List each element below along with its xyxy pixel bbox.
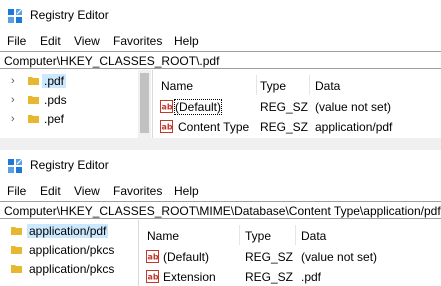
registry-editor-icon	[8, 158, 23, 173]
column-header-name[interactable]: Name	[147, 229, 179, 243]
registry-editor-window-2: Registry Editor File Edit View Favorites…	[0, 150, 441, 286]
values-list: Name Type Data ab (Default) REG_SZ (valu…	[138, 220, 441, 286]
string-value-icon: ab	[160, 100, 173, 113]
address-bar[interactable]: Computer\HKEY_CLASSES_ROOT\MIME\Database…	[0, 201, 441, 219]
svg-text:ab: ab	[148, 253, 159, 262]
table-row[interactable]: ab Content Type REG_SZ application/pdf	[153, 118, 441, 136]
folder-icon	[11, 246, 22, 254]
value-name: Content Type	[178, 120, 250, 134]
menu-help[interactable]: Help	[174, 184, 199, 198]
tree-item[interactable]: › .pef	[0, 110, 138, 128]
registry-editor-window-1: Registry Editor File Edit View Favorites…	[0, 0, 441, 138]
value-type: REG_SZ	[260, 120, 309, 134]
tree-item-label: .pef	[44, 112, 65, 126]
address-path[interactable]: Computer\HKEY_CLASSES_ROOT\MIME\Database…	[4, 204, 441, 218]
svg-text:ab: ab	[148, 273, 159, 282]
folder-icon	[11, 227, 22, 235]
svg-text:ab: ab	[162, 123, 173, 132]
menu-help[interactable]: Help	[174, 34, 199, 48]
value-type: REG_SZ	[245, 270, 294, 284]
menu-file[interactable]: File	[7, 184, 26, 198]
menu-bar: File Edit View Favorites Help	[0, 32, 441, 50]
string-value-icon: ab	[146, 270, 159, 283]
menu-favorites[interactable]: Favorites	[113, 184, 162, 198]
folder-icon	[28, 96, 39, 104]
value-name: Extension	[163, 270, 216, 284]
value-type: REG_SZ	[260, 100, 309, 114]
title-bar[interactable]: Registry Editor	[0, 0, 441, 32]
table-row[interactable]: ab (Default) REG_SZ (value not set)	[139, 248, 428, 266]
menu-view[interactable]: View	[74, 184, 100, 198]
column-divider[interactable]	[309, 75, 310, 95]
menu-bar: File Edit View Favorites Help	[0, 182, 441, 200]
scrollbar-thumb[interactable]	[140, 73, 149, 133]
column-header-type[interactable]: Type	[260, 79, 286, 93]
tree-item[interactable]: › .pdf	[0, 72, 138, 90]
window-title: Registry Editor	[30, 8, 109, 22]
folder-icon	[28, 115, 39, 123]
window-title: Registry Editor	[30, 158, 109, 172]
window-separator	[0, 138, 441, 150]
table-row[interactable]: ab Extension REG_SZ .pdf	[139, 268, 428, 286]
tree-scrollbar[interactable]	[138, 70, 151, 138]
address-bar[interactable]: Computer\HKEY_CLASSES_ROOT\.pdf	[0, 51, 441, 69]
tree-item[interactable]: application/pdf	[0, 222, 138, 240]
tree-item-label: .pds	[44, 93, 67, 107]
value-name: (Default)	[173, 99, 223, 115]
folder-icon	[28, 77, 39, 85]
list-header: Name Type Data	[153, 75, 441, 95]
string-value-icon: ab	[160, 120, 173, 133]
table-row[interactable]: ab (Default) REG_SZ (value not set)	[153, 98, 441, 116]
column-header-name[interactable]: Name	[161, 79, 193, 93]
chevron-right-icon[interactable]: ›	[11, 75, 21, 87]
column-divider[interactable]	[295, 225, 296, 245]
menu-favorites[interactable]: Favorites	[113, 34, 162, 48]
menu-view[interactable]: View	[74, 34, 100, 48]
tree-item-label: application/pdf	[27, 224, 109, 238]
chevron-right-icon[interactable]: ›	[11, 113, 21, 125]
key-tree: application/pdf application/pkcs applica…	[0, 220, 138, 286]
value-data: .pdf	[301, 270, 322, 284]
tree-item-label: .pdf	[42, 74, 67, 88]
chevron-right-icon[interactable]: ›	[11, 94, 21, 106]
tree-item-label: application/pkcs	[29, 262, 115, 276]
value-data: (value not set)	[315, 100, 392, 114]
tree-item[interactable]: application/pkcs	[0, 260, 138, 278]
svg-text:ab: ab	[162, 103, 173, 112]
value-type: REG_SZ	[245, 250, 294, 264]
tree-item[interactable]: › .pds	[0, 91, 138, 109]
tree-item-label: application/pkcs	[29, 243, 115, 257]
title-bar[interactable]: Registry Editor	[0, 150, 441, 182]
column-header-type[interactable]: Type	[245, 229, 271, 243]
key-tree: › .pdf › .pds › .pef	[0, 70, 138, 138]
column-divider[interactable]	[256, 75, 257, 95]
values-list: Name Type Data ab (Default) REG_SZ (valu…	[152, 70, 441, 138]
column-header-data[interactable]: Data	[301, 229, 326, 243]
folder-icon	[11, 265, 22, 273]
value-name: (Default)	[163, 250, 210, 264]
list-header: Name Type Data	[139, 225, 428, 245]
value-data: (value not set)	[301, 250, 378, 264]
value-data: application/pdf	[315, 120, 393, 134]
menu-file[interactable]: File	[7, 34, 26, 48]
string-value-icon: ab	[146, 250, 159, 263]
menu-edit[interactable]: Edit	[40, 184, 61, 198]
column-divider[interactable]	[239, 225, 240, 245]
column-header-data[interactable]: Data	[315, 79, 340, 93]
tree-item[interactable]: application/pkcs	[0, 241, 138, 259]
address-path[interactable]: Computer\HKEY_CLASSES_ROOT\.pdf	[4, 54, 219, 68]
registry-editor-icon	[8, 8, 23, 23]
menu-edit[interactable]: Edit	[40, 34, 61, 48]
